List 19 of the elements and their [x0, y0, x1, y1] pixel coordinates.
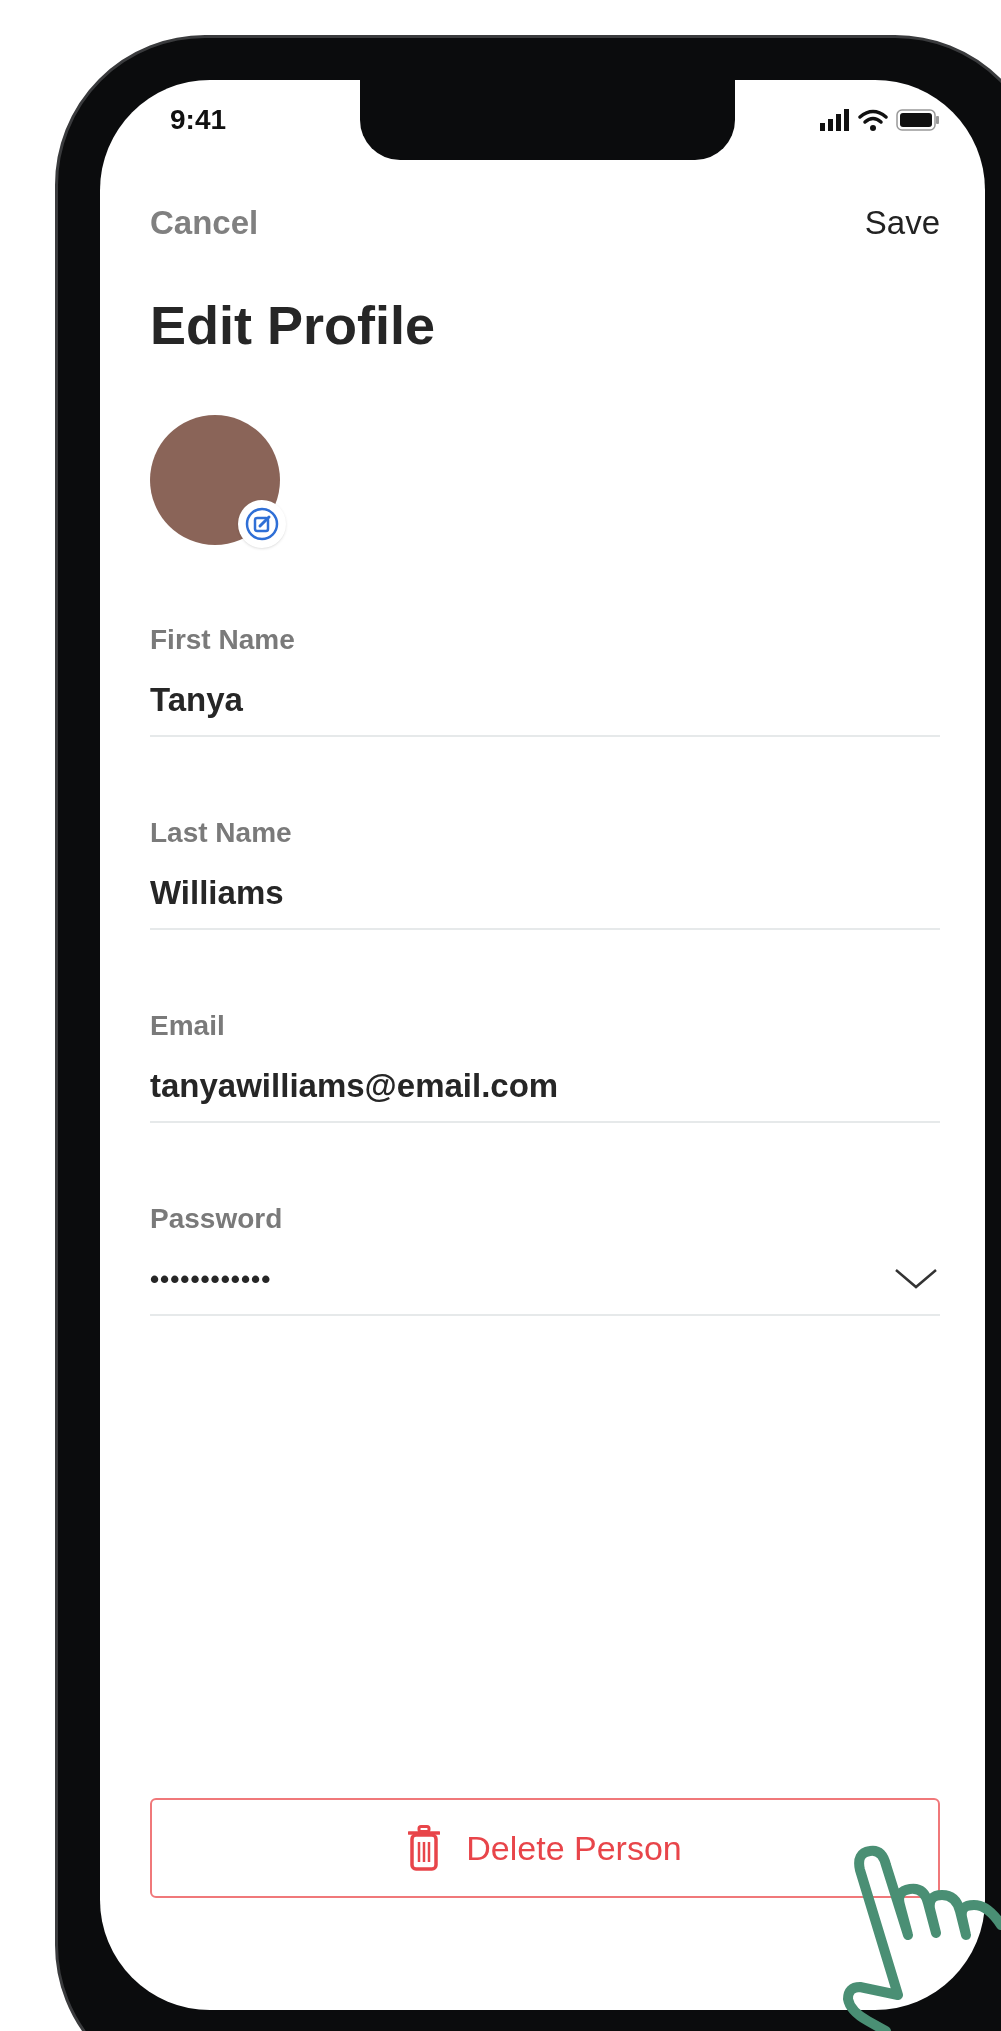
- cancel-button[interactable]: Cancel: [150, 198, 259, 248]
- wifi-icon: [858, 109, 888, 131]
- delete-person-button[interactable]: Delete Person: [150, 1798, 940, 1898]
- field-label: Email: [150, 1009, 225, 1043]
- signal-icon: [820, 109, 850, 131]
- status-time: 9:41: [170, 103, 227, 137]
- battery-icon: [896, 109, 940, 131]
- input-field[interactable]: ••••••••••••: [150, 1256, 940, 1302]
- field-label: Last Name: [150, 816, 292, 850]
- save-button[interactable]: Save: [864, 198, 940, 248]
- input-field[interactable]: tanyawilliams@email.com: [150, 1063, 940, 1109]
- chevron-down-icon[interactable]: [894, 1267, 938, 1291]
- trash-icon: [408, 1825, 441, 1871]
- input-field[interactable]: Williams: [150, 870, 940, 916]
- edit-icon[interactable]: [238, 500, 286, 548]
- input-field[interactable]: Tanya: [150, 677, 940, 723]
- field-label: Password: [150, 1202, 283, 1236]
- page-title: Edit Profile: [150, 294, 436, 357]
- field-label: First Name: [150, 623, 295, 657]
